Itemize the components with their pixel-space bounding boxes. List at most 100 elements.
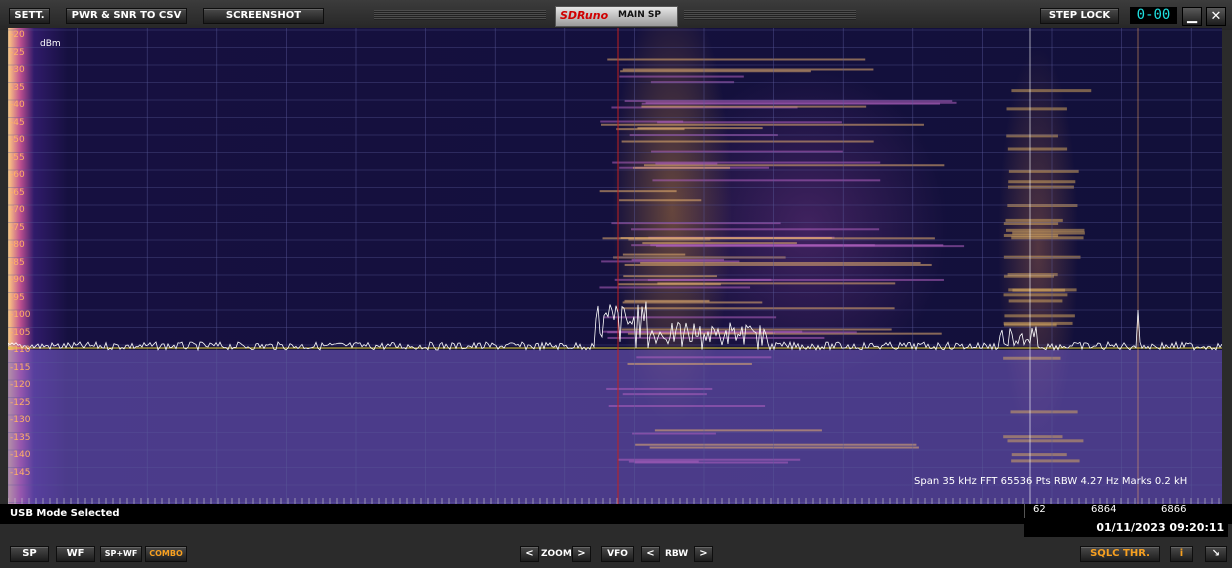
settings-button[interactable]: SETT. (9, 8, 50, 24)
zoom-in-button[interactable]: > (572, 546, 591, 562)
zoom-out-button[interactable]: < (520, 546, 539, 562)
waterfall-streak (640, 261, 921, 264)
y-tick-label: -145 (10, 467, 31, 478)
waterfall-streak (1012, 288, 1066, 292)
screenshot-button[interactable]: SCREENSHOT (203, 8, 324, 24)
drag-grip-left[interactable] (374, 10, 546, 20)
waterfall-streak (1008, 180, 1076, 184)
y-tick-label: -100 (10, 310, 31, 320)
y-tick-label: -50 (10, 135, 25, 145)
y-tick-label: -125 (10, 397, 31, 408)
rbw-decrease-button[interactable]: < (641, 546, 660, 562)
y-tick-label: -120 (10, 380, 31, 390)
resize-icon[interactable]: ↘ (1205, 546, 1227, 562)
close-icon[interactable]: ✕ (1206, 7, 1226, 26)
y-tick-label: -60 (10, 170, 25, 180)
waterfall-streak (634, 461, 788, 464)
y-tick-label: -70 (10, 205, 25, 215)
waterfall-streak (641, 102, 941, 105)
waterfall-streak (622, 393, 707, 396)
date-time-text: 01/11/2023 09:20:11 (1096, 521, 1225, 534)
waterfall-streak (1007, 273, 1058, 277)
waterfall-streak (602, 237, 935, 240)
waterfall-streak (624, 299, 710, 302)
waterfall-streak (599, 190, 677, 193)
y-tick-label: -65 (10, 187, 25, 198)
waterfall-streak (621, 328, 892, 331)
pwr-snr-csv-button[interactable]: PWR & SNR TO CSV (66, 8, 187, 24)
waterfall-streak (1005, 218, 1063, 222)
date-time: 01/11/2023 09:20:11 (1024, 519, 1228, 537)
y-tick-label: -45 (10, 117, 25, 128)
title-toolbar: SETT. PWR & SNR TO CSV SCREENSHOT SDRuno… (0, 0, 1232, 30)
wf-button[interactable]: WF (56, 546, 95, 562)
waterfall-streak (619, 199, 702, 202)
vfo-button[interactable]: VFO (601, 546, 634, 562)
waterfall-streak (1005, 228, 1085, 232)
y-tick-label: -95 (10, 292, 25, 303)
waterfall-streak (654, 429, 822, 432)
y-tick-label: -110 (10, 345, 31, 355)
sp-button[interactable]: SP (10, 546, 49, 562)
waterfall-streak (622, 68, 874, 71)
spectrum-waterfall[interactable]: -20 -25 -30 -35 -40 -45 -50 -55 -60 -65 -70 -75 -80 -… (8, 28, 1222, 504)
y-tick-label: -130 (10, 415, 31, 425)
waterfall-streak (1011, 89, 1092, 93)
waterfall-streak (1012, 231, 1085, 235)
waterfall-streak (1011, 459, 1080, 463)
waterfall-streak (1003, 255, 1081, 259)
span-info: Span 35 kHz FFT 65536 Pts RBW 4.27 Hz Ma… (914, 476, 1188, 487)
waterfall-streak (631, 228, 880, 231)
rbw-increase-button[interactable]: > (694, 546, 713, 562)
combo-button[interactable]: COMBO (145, 546, 187, 562)
waterfall-streak (655, 162, 718, 165)
waterfall-streak (606, 387, 713, 390)
waterfall-streak (650, 81, 735, 84)
waterfall-streak (603, 316, 777, 319)
waterfall-streak (622, 307, 895, 310)
waterfall-streak (1003, 435, 1063, 439)
sqlc-threshold-button[interactable]: SQLC THR. (1080, 546, 1160, 562)
y-tick-label: -30 (10, 65, 25, 75)
waterfall-streak (1007, 439, 1084, 443)
spectrum-svg (8, 28, 1222, 504)
bottom-toolbar: SP WF SP+WF COMBO < ZOOM > VFO < RBW > S… (0, 538, 1232, 568)
minimize-icon[interactable]: ▁ (1182, 7, 1202, 26)
waterfall-streak (607, 58, 866, 61)
y-tick-label: -75 (10, 222, 25, 233)
freq-label-2: 6864 (1091, 504, 1117, 515)
waterfall-streak (657, 282, 896, 285)
y-tick-label: -105 (10, 327, 31, 338)
info-icon[interactable]: i (1170, 546, 1193, 562)
waterfall-streak (1007, 147, 1068, 151)
waterfall-streak (624, 263, 932, 266)
waterfall-streak (637, 127, 763, 130)
waterfall-streak (619, 75, 744, 78)
sp-wf-button[interactable]: SP+WF (100, 546, 142, 562)
waterfall-streak (641, 105, 867, 108)
waterfall-streak (599, 286, 751, 289)
y-tick-label: -55 (10, 152, 25, 163)
waterfall-streak (621, 140, 874, 143)
panel-title: MAIN SP (618, 10, 662, 20)
step-lock-button[interactable]: STEP LOCK (1040, 8, 1119, 24)
waterfall-streak (623, 275, 717, 278)
waterfall-streak (1003, 293, 1068, 297)
zoom-label: ZOOM (541, 549, 572, 559)
waterfall-streak (614, 278, 772, 281)
y-tick-label: -85 (10, 257, 25, 268)
drag-grip-right[interactable] (684, 10, 856, 20)
waterfall-streak (631, 244, 944, 247)
waterfall-streak (600, 120, 684, 123)
waterfall-streak (1003, 321, 1073, 325)
y-unit-label: dBm (40, 39, 61, 49)
freq-scale: 62 6864 6866 (1024, 504, 1232, 518)
waterfall-streak (649, 446, 919, 449)
waterfall-streak (601, 123, 924, 126)
waterfall-streak (612, 161, 881, 164)
y-tick-label: -25 (10, 47, 25, 58)
waterfall-streak (620, 70, 811, 73)
waterfall-streak (622, 253, 686, 256)
waterfall-streak (1006, 107, 1067, 111)
y-tick-label: -80 (10, 240, 25, 250)
